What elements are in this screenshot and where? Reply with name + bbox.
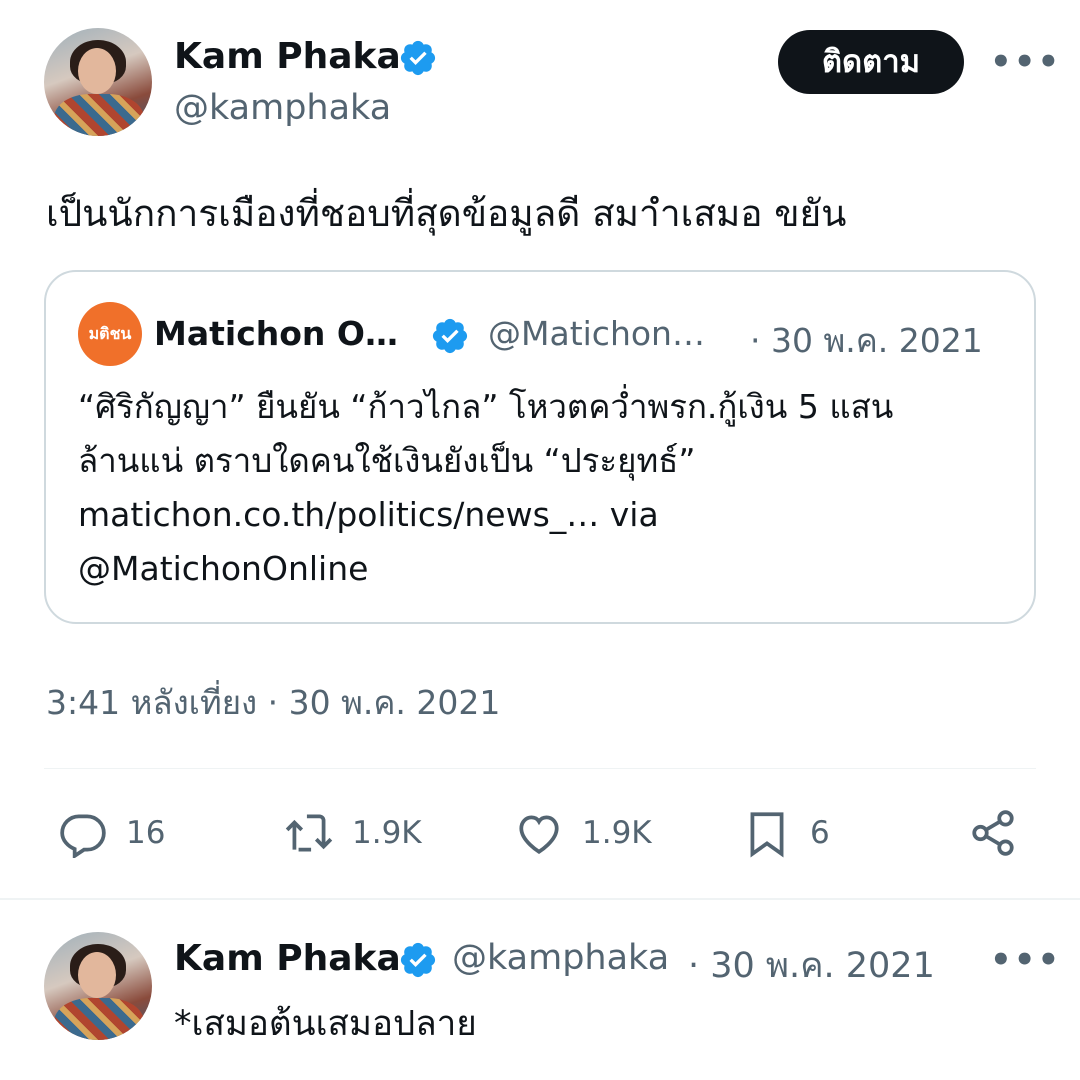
- quoted-tweet-line: “ศิริกัญญา” ยืนยัน “ก้าวไกล” โหวตคว่ำพรก…: [78, 387, 894, 426]
- verified-badge-icon: [432, 318, 468, 354]
- like-count: 1.9K: [582, 815, 652, 851]
- retweet-icon: [285, 814, 333, 852]
- more-options-icon[interactable]: •••: [990, 940, 1061, 980]
- share-button[interactable]: [968, 808, 1018, 858]
- share-icon: [972, 810, 1014, 856]
- divider: [44, 768, 1036, 769]
- author-name[interactable]: Kam Phaka: [174, 36, 401, 77]
- author-handle[interactable]: @kamphaka: [174, 88, 391, 128]
- quoted-author-handle: @Matichon…: [488, 314, 705, 353]
- reply-author-avatar[interactable]: [44, 932, 152, 1040]
- reply-text: *เสมอต้นเสมอปลาย: [174, 1004, 477, 1044]
- retweet-count: 1.9K: [352, 815, 422, 851]
- reply-button[interactable]: 16: [58, 808, 165, 858]
- reply-author-name[interactable]: Kam Phaka: [174, 938, 401, 979]
- tweet-timestamp[interactable]: 3:41 หลังเที่ยง · 30 พ.ค. 2021: [46, 676, 500, 729]
- reply-icon: [60, 814, 106, 858]
- retweet-button[interactable]: 1.9K: [284, 808, 422, 858]
- reply-date[interactable]: · 30 พ.ค. 2021: [688, 938, 935, 993]
- bookmark-count: 6: [810, 815, 830, 851]
- bookmark-button[interactable]: 6: [742, 808, 830, 858]
- verified-badge-icon: [400, 40, 436, 76]
- author-avatar[interactable]: [44, 28, 152, 136]
- quoted-tweet-date: · 30 พ.ค. 2021: [750, 321, 983, 360]
- reply-count: 16: [126, 815, 166, 851]
- reply-author-handle[interactable]: @kamphaka: [452, 938, 669, 978]
- matichon-logo: มติชน: [78, 302, 142, 366]
- quoted-tweet-line: ล้านแน่ ตราบใดคนใช้เงินยังเป็น “ประยุทธ์…: [78, 441, 696, 480]
- more-options-icon[interactable]: •••: [990, 42, 1061, 82]
- tweet-text: เป็นนักการเมืองที่ชอบที่สุดข้อมูลดี สมาำ…: [46, 192, 847, 235]
- quoted-tweet-card[interactable]: มติชน Matichon O… @Matichon… · 30 พ.ค. 2…: [44, 270, 1036, 624]
- follow-button[interactable]: ติดตาม: [778, 30, 964, 94]
- like-button[interactable]: 1.9K: [514, 808, 652, 858]
- quoted-tweet-mention[interactable]: @MatichonOnline: [78, 542, 368, 596]
- bookmark-icon: [750, 812, 784, 858]
- quoted-author-name: Matichon O…: [154, 314, 398, 353]
- divider: [0, 898, 1080, 900]
- quoted-tweet-link[interactable]: matichon.co.th/politics/news_… via: [78, 488, 659, 542]
- heart-icon: [519, 815, 559, 854]
- verified-badge-icon: [400, 942, 436, 978]
